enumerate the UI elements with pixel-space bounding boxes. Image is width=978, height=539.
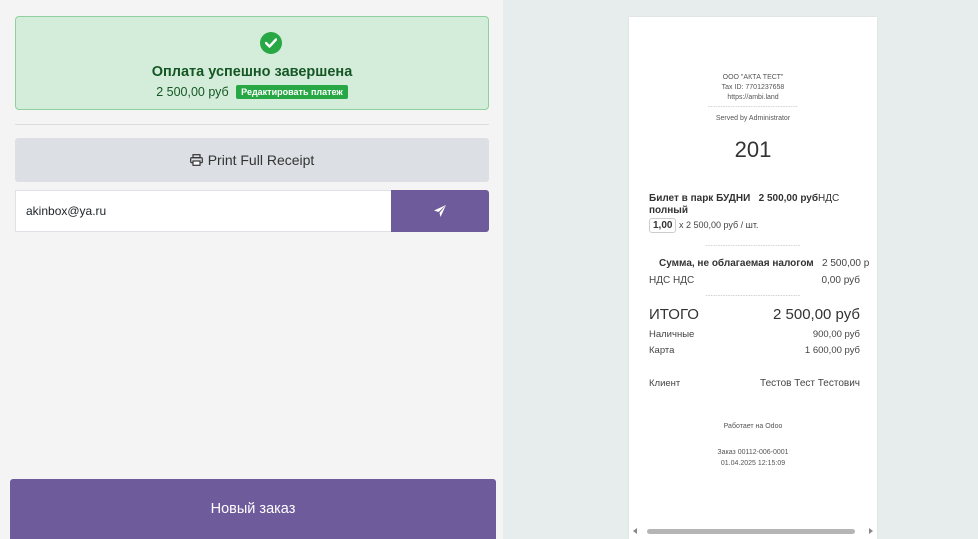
receipt-payment-label: Карта xyxy=(649,345,675,356)
new-order-button[interactable]: Новый заказ xyxy=(10,479,496,539)
receipt-client-label: Клиент xyxy=(649,378,681,389)
payment-status-title: Оплата успешно завершена xyxy=(151,64,353,80)
receipt-item-qty: 1,00 xyxy=(649,218,677,233)
divider xyxy=(15,124,489,125)
send-email-button[interactable] xyxy=(391,190,489,232)
receipt-payment-value: 1 600,00 руб xyxy=(804,345,860,356)
receipt-payment-label: Наличные xyxy=(649,329,695,340)
receipt-served-by: Served by Administrator xyxy=(715,115,791,122)
receipt-item-unit-price: x 2 500,00 руб / шт. xyxy=(678,220,759,230)
check-circle-icon xyxy=(260,32,282,54)
receipt-untaxed-label: Сумма, не облагаемая налогом xyxy=(659,258,814,269)
receipt-item-name-cont: полный xyxy=(649,205,688,216)
receipt-total-value: 2 500,00 руб xyxy=(773,306,860,323)
receipt-company: ООО "АКТА ТЕСТ" xyxy=(722,74,784,81)
print-button-label: Print Full Receipt xyxy=(207,152,315,168)
receipt-powered-by: Работает на Odoo xyxy=(723,423,783,430)
receipt-divider: -------------------------------------- xyxy=(705,243,801,249)
receipt-order-ref: Заказ 00112-006-0001 xyxy=(717,449,789,456)
payment-amount: 2 500,00 руб xyxy=(156,85,229,99)
print-full-receipt-button[interactable]: Print Full Receipt xyxy=(15,138,489,182)
receipt-total-label: ИТОГО xyxy=(649,306,699,323)
printer-icon xyxy=(189,154,203,166)
paper-plane-icon xyxy=(434,205,446,217)
receipt-order-number: 201 xyxy=(734,137,772,162)
payment-success-alert: Оплата успешно завершена 2 500,00 руб Ре… xyxy=(15,16,489,110)
payment-panel: Оплата успешно завершена 2 500,00 руб Ре… xyxy=(0,0,503,539)
scrollbar-thumb[interactable] xyxy=(647,529,855,534)
receipt: ООО "АКТА ТЕСТ" Tax ID: 7701237658 https… xyxy=(629,17,877,539)
receipt-tax-value: 0,00 руб xyxy=(821,275,860,286)
receipt-divider: ------------------------------------ xyxy=(708,104,798,110)
receipt-item-name: Билет в парк БУДНИ 2 500,00 рубНДС xyxy=(649,193,840,204)
receipt-datetime: 01.04.2025 12:15:09 xyxy=(720,460,786,467)
edit-payment-button[interactable]: Редактировать платеж xyxy=(236,85,348,99)
receipt-website: https://ambi.land xyxy=(727,94,779,101)
receipt-horizontal-scrollbar[interactable] xyxy=(629,524,877,538)
receipt-payment-value: 900,00 руб xyxy=(812,329,860,340)
receipt-untaxed-value: 2 500,00 р xyxy=(822,258,870,269)
scroll-right-arrow-icon[interactable] xyxy=(869,528,873,534)
receipt-item-qty-line: 1,00 x 2 500,00 руб / шт. xyxy=(649,218,759,233)
email-input[interactable] xyxy=(15,190,391,232)
receipt-tax-label: НДС НДС xyxy=(649,275,695,286)
receipt-divider: -------------------------------------- xyxy=(705,293,801,299)
receipt-tax-id: Tax ID: 7701237658 xyxy=(721,84,785,91)
receipt-client-value: Тестов Тест Тестович xyxy=(760,378,860,389)
scroll-left-arrow-icon[interactable] xyxy=(633,528,637,534)
payment-amount-row: 2 500,00 руб Редактировать платеж xyxy=(16,85,488,99)
